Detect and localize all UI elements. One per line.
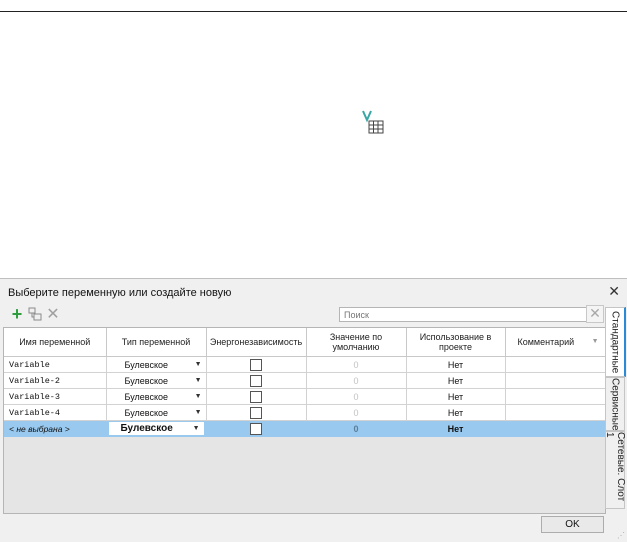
nonvolatile-checkbox[interactable] xyxy=(250,374,262,387)
type-value: Булевское xyxy=(124,375,169,386)
default-value-cell[interactable]: 0 xyxy=(306,356,407,373)
tab-standard[interactable]: Стандартные xyxy=(605,307,626,377)
delete-icon[interactable]: ✕ xyxy=(45,306,61,323)
variable-type-cell[interactable]: Булевское ▼ xyxy=(106,388,207,405)
usage-cell: Нет xyxy=(406,404,506,421)
ok-button[interactable]: OK xyxy=(541,516,604,533)
comment-cell[interactable] xyxy=(505,372,605,389)
side-tabs: Стандартные Сервисные Сетевые. Слот 1 xyxy=(604,307,626,509)
comment-cell[interactable] xyxy=(505,388,605,405)
usage-cell: Нет xyxy=(406,372,506,389)
plus-icon[interactable]: + xyxy=(9,305,25,323)
nonvolatile-cell xyxy=(206,356,307,373)
column-header-type[interactable]: Тип переменной xyxy=(106,328,207,357)
filter-arrow-icon[interactable]: ▼ xyxy=(592,337,599,347)
close-icon[interactable]: ✕ xyxy=(608,283,620,300)
type-value: Булевское xyxy=(120,423,173,434)
variable-name-cell[interactable]: Variable-2 xyxy=(4,372,107,389)
column-header-usage[interactable]: Использование в проекте xyxy=(406,328,506,357)
variables-grid: Имя переменной Тип переменной Энергонеза… xyxy=(3,327,606,514)
comment-cell[interactable] xyxy=(505,356,605,373)
column-header-nonvolatile[interactable]: Энергонезависимость xyxy=(206,328,307,357)
default-value-cell[interactable]: 0 xyxy=(306,404,407,421)
variable-type-cell[interactable]: Булевское ▼ xyxy=(106,372,207,389)
dropdown-arrow-icon[interactable]: ▼ xyxy=(195,409,202,416)
variable-dialog: Выберите переменную или создайте новую ✕… xyxy=(0,278,627,542)
copy-variable-icon[interactable] xyxy=(27,306,43,322)
nonvolatile-cell xyxy=(206,388,307,405)
variable-name-cell[interactable]: Variable-4 xyxy=(4,404,107,421)
search-input[interactable] xyxy=(339,307,590,322)
dropdown-arrow-icon[interactable]: ▼ xyxy=(195,393,202,400)
tab-network-slot1[interactable]: Сетевые. Слот 1 xyxy=(604,431,626,509)
top-divider xyxy=(0,11,627,12)
variable-name-cell[interactable]: Variable-3 xyxy=(4,388,107,405)
nonvolatile-cell xyxy=(206,404,307,421)
usage-cell: Нет xyxy=(406,388,506,405)
nonvolatile-checkbox[interactable] xyxy=(250,422,262,435)
nonvolatile-cell xyxy=(206,372,307,389)
variable-name-cell[interactable]: < не выбрана > xyxy=(4,420,107,437)
nonvolatile-cell xyxy=(206,420,307,437)
variable-table-icon xyxy=(362,110,384,134)
tab-service[interactable]: Сервисные xyxy=(605,377,625,431)
type-value: Булевское xyxy=(124,359,169,370)
nonvolatile-checkbox[interactable] xyxy=(250,358,262,371)
comment-cell[interactable] xyxy=(505,404,605,421)
variable-type-cell[interactable]: Булевское ▼ xyxy=(106,420,207,437)
column-header-comment[interactable]: Комментарий ▼ xyxy=(505,328,605,357)
table-row[interactable]: Variable-3 Булевское ▼ 0 Нет xyxy=(4,388,605,405)
table-row-selected[interactable]: < не выбрана > Булевское ▼ 0 Нет xyxy=(4,420,605,437)
variable-type-cell[interactable]: Булевское ▼ xyxy=(106,356,207,373)
search-clear-button[interactable]: ✕ xyxy=(586,305,604,323)
nonvolatile-checkbox[interactable] xyxy=(250,390,262,403)
variable-name-cell[interactable]: Variable xyxy=(4,356,107,373)
variable-type-cell[interactable]: Булевское ▼ xyxy=(106,404,207,421)
usage-cell: Нет xyxy=(406,356,506,373)
column-header-name[interactable]: Имя переменной xyxy=(4,328,107,357)
dropdown-arrow-icon[interactable]: ▼ xyxy=(193,425,200,432)
table-row[interactable]: Variable-4 Булевское ▼ 0 Нет xyxy=(4,404,605,421)
table-row[interactable]: Variable Булевское ▼ 0 Нет xyxy=(4,356,605,373)
type-value: Булевское xyxy=(124,391,169,402)
nonvolatile-checkbox[interactable] xyxy=(250,406,262,419)
dropdown-arrow-icon[interactable]: ▼ xyxy=(195,377,202,384)
default-value-cell[interactable]: 0 xyxy=(306,388,407,405)
default-value-cell[interactable]: 0 xyxy=(306,420,407,437)
dropdown-arrow-icon[interactable]: ▼ xyxy=(195,361,202,368)
default-value-cell[interactable]: 0 xyxy=(306,372,407,389)
column-header-default[interactable]: Значение по умолчанию xyxy=(306,328,407,357)
comment-cell[interactable] xyxy=(505,420,605,437)
type-value: Булевское xyxy=(124,407,169,418)
dialog-title: Выберите переменную или создайте новую xyxy=(8,287,232,299)
comment-header-label: Комментарий xyxy=(517,337,575,347)
resize-grip-icon[interactable]: ⋰ xyxy=(617,532,625,540)
table-row[interactable]: Variable-2 Булевское ▼ 0 Нет xyxy=(4,372,605,389)
usage-cell: Нет xyxy=(406,420,506,437)
